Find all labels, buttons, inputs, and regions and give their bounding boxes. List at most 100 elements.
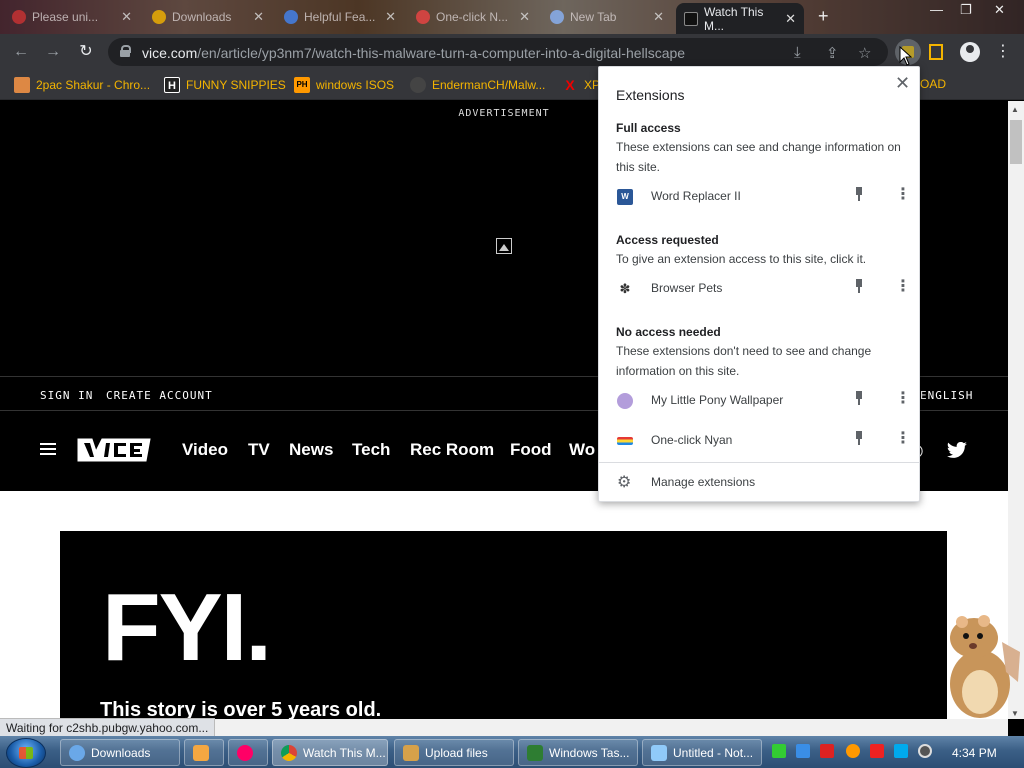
tray-app-icon[interactable] [846,744,860,758]
media-player-icon [193,744,209,761]
profile-avatar-icon[interactable] [960,42,980,62]
tray-volume-icon[interactable] [918,744,932,758]
tray-app-icon[interactable] [796,744,810,758]
system-clock[interactable]: 4:34 PM [952,746,997,760]
maximize-icon[interactable]: ❐ [960,2,972,18]
bookmark-xp[interactable]: X XP [562,77,600,93]
back-arrow-icon[interactable]: ← [12,43,30,61]
bookmark-funny-snippies[interactable]: H FUNNY SNIPPIES [164,77,286,93]
close-icon[interactable]: ✕ [253,9,264,25]
tab-4[interactable]: One-click N... ✕ [408,3,538,31]
close-icon[interactable]: ✕ [121,9,132,25]
close-icon[interactable]: ✕ [653,9,664,25]
nav-wo[interactable]: Wo [569,440,595,460]
tab-title: Downloads [172,10,232,24]
article-hero: FYI. This story is over 5 years old. [60,531,947,719]
tab-3[interactable]: Helpful Fea... ✕ [276,3,404,31]
close-icon[interactable]: ✕ [385,9,396,25]
bookmark-windows-isos[interactable]: PH windows ISOS [294,77,394,93]
extension-name: One-click Nyan [651,433,733,447]
chrome-icon [281,744,297,761]
taskbar-item-chrome[interactable]: Watch This M... [272,739,388,766]
more-options-icon[interactable]: ⋮ [895,187,911,203]
extension-name: Browser Pets [651,281,723,295]
tray-app-icon[interactable] [820,744,834,758]
word-replacer-icon: W [617,189,633,205]
reload-icon[interactable]: ↻ [77,43,95,61]
x-logo-icon: X [565,77,575,93]
extension-row-word-replacer[interactable]: W Word Replacer II ⋮ [599,184,919,210]
pin-icon[interactable] [853,431,865,447]
install-icon[interactable]: ⤓ [794,44,801,61]
manage-extensions-label: Manage extensions [651,475,756,489]
taskbar-item-task-manager[interactable]: Windows Tas... [518,739,638,766]
gear-icon: ⚙ [617,474,632,491]
forward-arrow-icon[interactable]: → [44,43,62,61]
pin-icon[interactable] [853,279,865,295]
tab-6-active[interactable]: Watch This M... ✕ [676,3,804,34]
taskbar-item-upload-files[interactable]: Upload files [394,739,514,766]
scrollbar-thumb[interactable] [1010,120,1022,164]
close-icon[interactable]: ✕ [895,73,910,94]
more-options-icon[interactable]: ⋮ [895,391,911,407]
manage-extensions-button[interactable]: ⚙ Manage extensions [599,470,919,496]
tray-flag-icon[interactable] [870,744,884,758]
vice-logo[interactable] [76,437,152,463]
more-options-icon[interactable]: ⋮ [895,279,911,295]
extension-row-pony-wallpaper[interactable]: My Little Pony Wallpaper ⋮ [599,388,919,414]
more-options-icon[interactable]: ⋮ [895,431,911,447]
pin-icon[interactable] [853,187,865,203]
bookmark-2pac[interactable]: 2pac Shakur - Chro... [14,77,150,93]
close-icon[interactable]: ✕ [785,11,796,27]
close-icon[interactable]: ✕ [519,9,530,25]
pony-icon [617,393,633,409]
browser-toolbar: ← → ↻ vice.com/en/article/yp3nm7/watch-t… [0,34,1024,70]
taskbar-label: Windows Tas... [549,745,630,760]
url-text[interactable]: vice.com/en/article/yp3nm7/watch-this-ma… [142,45,685,61]
bookmark-endermanch[interactable]: EndermanCH/Malw... [410,77,545,93]
scroll-up-arrow-icon[interactable]: ▲ [1011,105,1019,114]
extension-row-browser-pets[interactable]: ✽ Browser Pets ⋮ [599,276,919,302]
taskbar-item-paint[interactable] [228,739,268,766]
pin-icon[interactable] [853,391,865,407]
popup-title: Extensions [616,87,685,103]
create-account-link[interactable]: CREATE ACCOUNT [106,389,213,402]
section-description: These extensions can see and change info… [616,140,901,174]
browser-pet-hamster-icon[interactable] [940,612,1024,722]
hamburger-menu-icon[interactable] [40,443,56,455]
tray-monitor-icon[interactable] [894,744,908,758]
nav-news[interactable]: News [289,440,333,460]
story-age-notice: This story is over 5 years old. [100,699,382,719]
sign-in-link[interactable]: SIGN IN [40,389,93,402]
twitter-icon[interactable] [946,442,968,460]
tray-network-icon[interactable] [772,744,786,758]
tab-1[interactable]: Please uni... ✕ [4,3,140,31]
side-panel-icon[interactable] [929,44,943,60]
taskbar-item-downloads[interactable]: Downloads [60,739,180,766]
nav-tv[interactable]: TV [248,440,270,460]
taskbar-item-media[interactable] [184,739,224,766]
bookmark-star-icon[interactable]: ☆ [858,44,871,62]
window-close-icon[interactable]: ✕ [994,2,1005,18]
notepad-icon [651,744,667,761]
share-icon[interactable]: ⇪ [826,44,839,62]
bookmark-oad[interactable]: OAD [920,77,946,91]
taskbar-item-notepad[interactable]: Untitled - Not... [642,739,762,766]
nav-video[interactable]: Video [182,440,228,460]
nav-tech[interactable]: Tech [352,440,390,460]
nav-rec-room[interactable]: Rec Room [410,440,494,460]
tab-2[interactable]: Downloads ✕ [144,3,272,31]
tab-5[interactable]: New Tab ✕ [542,3,672,31]
address-bar[interactable]: vice.com/en/article/yp3nm7/watch-this-ma… [108,38,888,66]
taskbar-label: Untitled - Not... [673,745,754,760]
upload-folder-icon [403,744,419,761]
minimize-icon[interactable]: — [930,2,943,17]
windows-taskbar: Downloads Watch This M... Upload files W… [0,736,1024,768]
menu-kebab-icon[interactable]: ⋮ [994,43,1012,61]
start-button-icon[interactable] [6,738,46,768]
nav-food[interactable]: Food [510,440,552,460]
new-tab-plus-icon[interactable]: + [818,6,829,27]
language-link[interactable]: ENGLISH [920,389,973,402]
extension-row-one-click-nyan[interactable]: One-click Nyan ⋮ [599,428,919,454]
lock-icon[interactable] [120,45,131,57]
